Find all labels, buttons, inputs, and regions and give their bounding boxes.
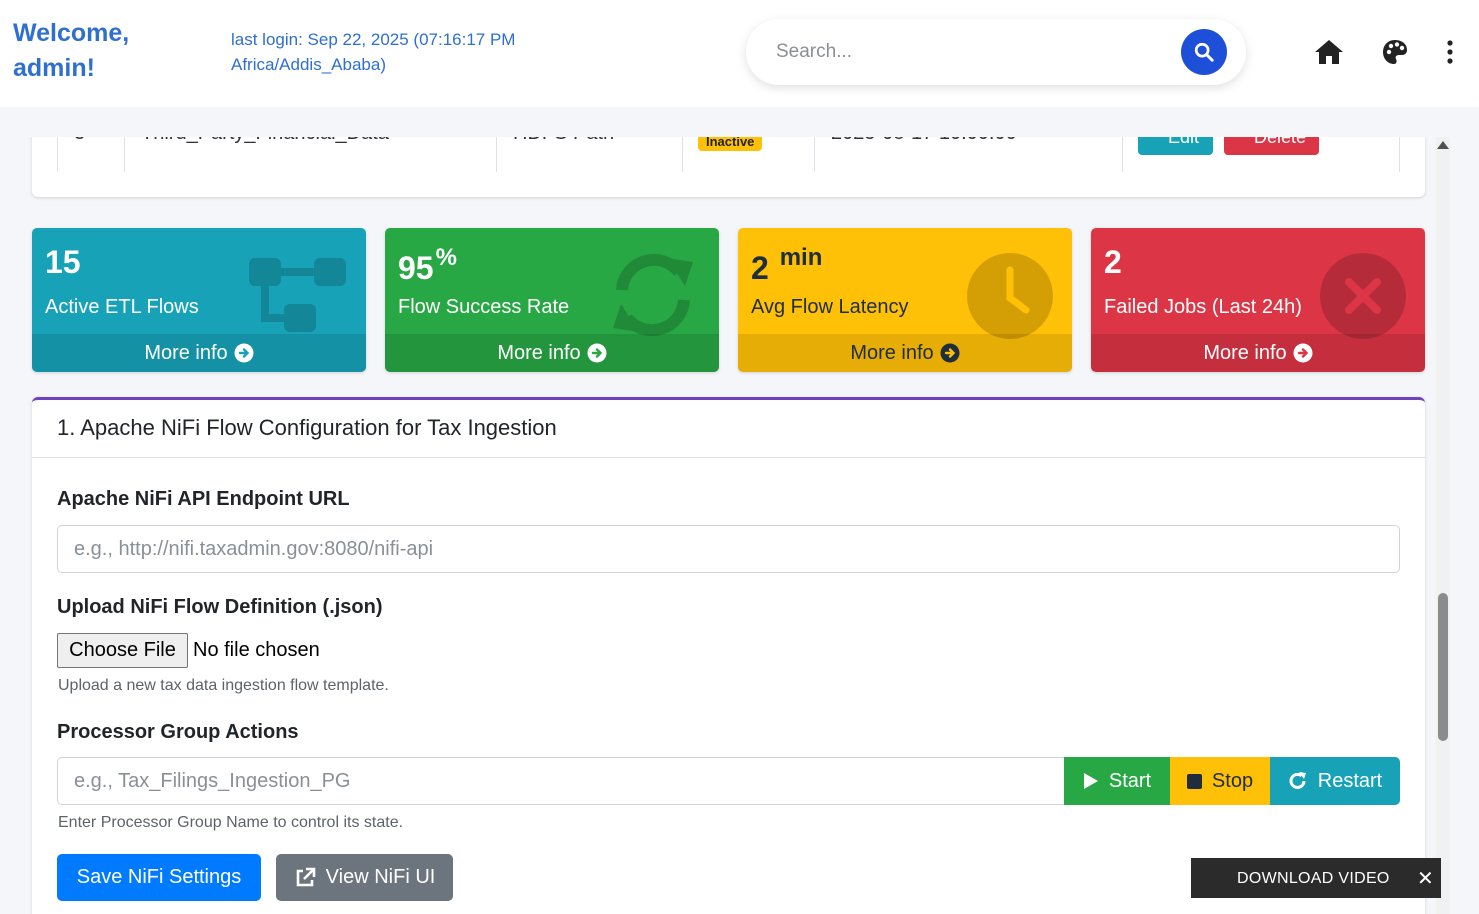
data-sources-table-card: 3 Third_Party_Financial_Data HDFS Path I…: [32, 137, 1425, 197]
nifi-config-card: 1. Apache NiFi Flow Configuration for Ta…: [32, 397, 1425, 914]
more-options-button[interactable]: [1434, 36, 1466, 68]
stat-label: Active ETL Flows: [45, 296, 199, 318]
home-button[interactable]: [1313, 36, 1345, 68]
stat-label: Failed Jobs (Last 24h): [1104, 296, 1302, 318]
more-info-link[interactable]: More info: [385, 334, 719, 372]
row-index: 3: [74, 137, 85, 145]
more-info-link[interactable]: More info: [738, 334, 1072, 372]
clock-icon: [967, 253, 1053, 339]
arrow-circle-right-icon: [1293, 343, 1313, 363]
stat-box-active-flows: 15 Active ETL Flows More info: [32, 228, 366, 372]
save-nifi-settings-button[interactable]: Save NiFi Settings: [57, 854, 261, 901]
stat-value: 15: [45, 244, 81, 280]
arrow-circle-right-icon: [940, 343, 960, 363]
play-icon: [1083, 773, 1098, 789]
top-navbar: Welcome, admin! last login: Sep 22, 2025…: [0, 0, 1479, 107]
stat-suffix: %: [435, 244, 457, 271]
arrow-circle-right-icon: [587, 343, 607, 363]
welcome-text: Welcome, admin!: [13, 19, 130, 82]
row-timestamp: 2025-08-17 10:00:00: [831, 137, 1017, 145]
content-area: 3 Third_Party_Financial_Data HDFS Path I…: [0, 137, 1436, 914]
sitemap-icon: [249, 258, 346, 332]
search-box: [746, 19, 1246, 85]
stat-label: Flow Success Rate: [398, 296, 570, 318]
sync-icon: [613, 253, 693, 337]
file-status-text: No file chosen: [193, 639, 320, 661]
stop-label: Stop: [1211, 769, 1254, 792]
more-info-label: More info: [850, 341, 934, 364]
stop-button[interactable]: Stop: [1170, 757, 1270, 805]
theme-button[interactable]: [1379, 36, 1411, 68]
stat-value: 2: [751, 250, 769, 286]
redo-icon: [1289, 772, 1306, 789]
choose-file-button[interactable]: Choose File: [57, 633, 188, 668]
download-video-button[interactable]: DOWNLOAD VIDEO: [1237, 870, 1390, 888]
start-label: Start: [1108, 769, 1152, 792]
search-input[interactable]: [776, 37, 1176, 67]
edit-label: Edit: [1168, 137, 1200, 147]
processor-group-label: Processor Group Actions: [57, 721, 299, 743]
delete-label: Delete: [1254, 137, 1307, 147]
more-vertical-icon: [1447, 40, 1453, 64]
processor-group-help-text: Enter Processor Group Name to control it…: [58, 814, 404, 831]
stat-box-latency: 2 min Avg Flow Latency More info: [738, 228, 1072, 372]
search-icon: [1194, 42, 1214, 62]
more-info-link[interactable]: More info: [1091, 334, 1425, 372]
start-button[interactable]: Start: [1064, 757, 1170, 805]
card-title: 1. Apache NiFi Flow Configuration for Ta…: [57, 415, 557, 440]
palette-icon: [1383, 40, 1407, 64]
restart-button[interactable]: Restart: [1270, 757, 1400, 805]
restart-label: Restart: [1317, 769, 1383, 792]
download-video-bar: DOWNLOAD VIDEO ✕: [1191, 858, 1441, 898]
search-button[interactable]: [1181, 29, 1227, 75]
more-info-label: More info: [497, 341, 581, 364]
status-badge: Inactive: [698, 137, 763, 151]
more-info-link[interactable]: More info: [32, 334, 366, 372]
processor-group-input[interactable]: [57, 757, 1065, 805]
card-divider: [32, 457, 1425, 458]
home-icon: [1315, 40, 1343, 64]
arrow-circle-right-icon: [234, 343, 254, 363]
stat-label: Avg Flow Latency: [751, 296, 909, 318]
view-nifi-ui-label: View NiFi UI: [325, 866, 436, 888]
scroll-up-arrow[interactable]: [1437, 141, 1449, 149]
stat-box-failed-jobs: 2 Failed Jobs (Last 24h) More info: [1091, 228, 1425, 372]
upload-label: Upload NiFi Flow Definition (.json): [57, 596, 383, 618]
times-circle-icon: [1320, 253, 1406, 339]
more-info-label: More info: [1203, 341, 1287, 364]
stop-icon: [1186, 773, 1202, 789]
scrollbar-track[interactable]: [1436, 137, 1450, 914]
upload-help-text: Upload a new tax data ingestion flow tem…: [58, 677, 389, 694]
external-link-icon: [296, 867, 315, 886]
edit-button[interactable]: Edit: [1138, 137, 1213, 155]
row-name: Third_Party_Financial_Data: [141, 137, 389, 145]
close-icon[interactable]: ✕: [1417, 866, 1434, 891]
stat-value: 95: [398, 250, 434, 286]
stat-box-success-rate: 95% Flow Success Rate More info: [385, 228, 719, 372]
more-info-label: More info: [144, 341, 228, 364]
delete-button[interactable]: Delete: [1224, 137, 1319, 155]
endpoint-label: Apache NiFi API Endpoint URL: [57, 488, 350, 510]
scrollbar-thumb[interactable]: [1438, 593, 1448, 741]
view-nifi-ui-button[interactable]: View NiFi UI: [276, 854, 453, 901]
endpoint-url-input[interactable]: [57, 525, 1400, 573]
row-type: HDFS Path: [513, 137, 614, 145]
last-login-text: last login: Sep 22, 2025 (07:16:17 PM Af…: [231, 30, 516, 74]
stat-suffix: min: [779, 244, 823, 271]
stat-value: 2: [1104, 244, 1122, 280]
